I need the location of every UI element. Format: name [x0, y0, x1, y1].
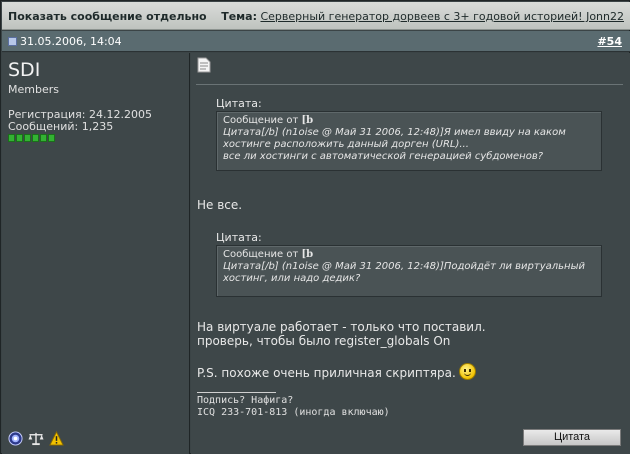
quote-from-bold: [b [301, 249, 314, 260]
quote-text-line: Цитата[/b] (n1oise @ Май 31 2006, 12:48)… [223, 127, 566, 138]
post-number: #54 [597, 35, 622, 48]
post-date-bar: 31.05.2006, 14:04 #54 [2, 31, 630, 52]
quote-from-text: Сообщение от [223, 115, 302, 126]
title-bar: Показать сообщение отдельно Тема: Сервер… [2, 2, 630, 30]
topic-label: Тема: [221, 10, 257, 23]
reputation-bar [8, 134, 55, 142]
scales-icon[interactable] [27, 431, 45, 446]
topic-line: Тема: Серверный генератор дорвеев с 3+ г… [221, 10, 624, 23]
online-status-icon[interactable] [8, 431, 23, 446]
reply-line: проверь, чтобы было register_globals On [197, 334, 451, 348]
quote-text-line: хостинг, или надо дедик? [223, 273, 361, 284]
quote-box: Сообщение от [b Цитата[/b] (n1oise @ Май… [216, 245, 602, 297]
page-title: Показать сообщение отдельно [8, 10, 207, 23]
reputation-pip [32, 134, 39, 142]
post-number-link[interactable]: #54 [597, 35, 622, 48]
user-icons [8, 431, 64, 446]
reputation-pip [8, 134, 15, 142]
quote-text-line: все ли хостинги с автоматической генерац… [223, 151, 544, 162]
username[interactable]: SDI [8, 59, 40, 81]
signature: Подпись? Нафига? ICQ 233-701-813 (иногда… [197, 395, 390, 419]
post-date: 31.05.2006, 14:04 [20, 35, 122, 48]
reply-line: На виртуале работает - только что постав… [197, 320, 486, 334]
quote-label: Цитата: [216, 97, 262, 110]
reputation-pip [16, 134, 23, 142]
reply-text: На виртуале работает - только что постав… [197, 320, 486, 348]
reputation-pip [48, 134, 55, 142]
document-icon [197, 57, 211, 73]
quote-author-line: Сообщение от [b [223, 115, 595, 127]
smile-icon [458, 363, 476, 380]
user-group: Members [8, 83, 59, 96]
reply-text: Не все. [197, 198, 243, 212]
quote-from-text: Сообщение от [223, 249, 302, 260]
ps-text: P.S. похоже очень приличная скриптяра. [197, 363, 476, 380]
post-status-icon [8, 37, 17, 46]
quote-button[interactable]: Цитата [523, 429, 621, 446]
quote-from-bold: [b [301, 115, 314, 126]
topic-link[interactable]: Серверный генератор дорвеев с 3+ годовой… [260, 10, 624, 23]
post-window: Показать сообщение отдельно Тема: Сервер… [0, 0, 630, 454]
post-panel: Цитата: Сообщение от [b Цитата[/b] (n1oi… [191, 53, 630, 454]
post-divider [196, 84, 623, 85]
user-info: Регистрация: 24.12.2005 Сообщений: 1,235 [8, 109, 152, 133]
reputation-pip [24, 134, 31, 142]
quote-box: Сообщение от [b Цитата[/b] (n1oise @ Май… [216, 111, 602, 171]
quote-text-line: Цитата[/b] (n1oise @ Май 31 2006, 12:48)… [223, 261, 585, 272]
signature-line: Подпись? Нафига? [197, 395, 294, 406]
reputation-pip [40, 134, 47, 142]
signature-divider [197, 392, 276, 393]
quote-text-line: хостинге расположить данный дорген (URL)… [223, 139, 469, 150]
ps-line: P.S. похоже очень приличная скриптяра. [197, 366, 456, 380]
quote-label: Цитата: [216, 231, 262, 244]
post-count: Сообщений: 1,235 [8, 120, 114, 133]
user-panel: SDI Members Регистрация: 24.12.2005 Сооб… [2, 53, 190, 454]
quote-author-line: Сообщение от [b [223, 249, 595, 261]
warning-icon[interactable] [49, 431, 64, 446]
signature-line: ICQ 233-701-813 (иногда включаю) [197, 407, 390, 418]
